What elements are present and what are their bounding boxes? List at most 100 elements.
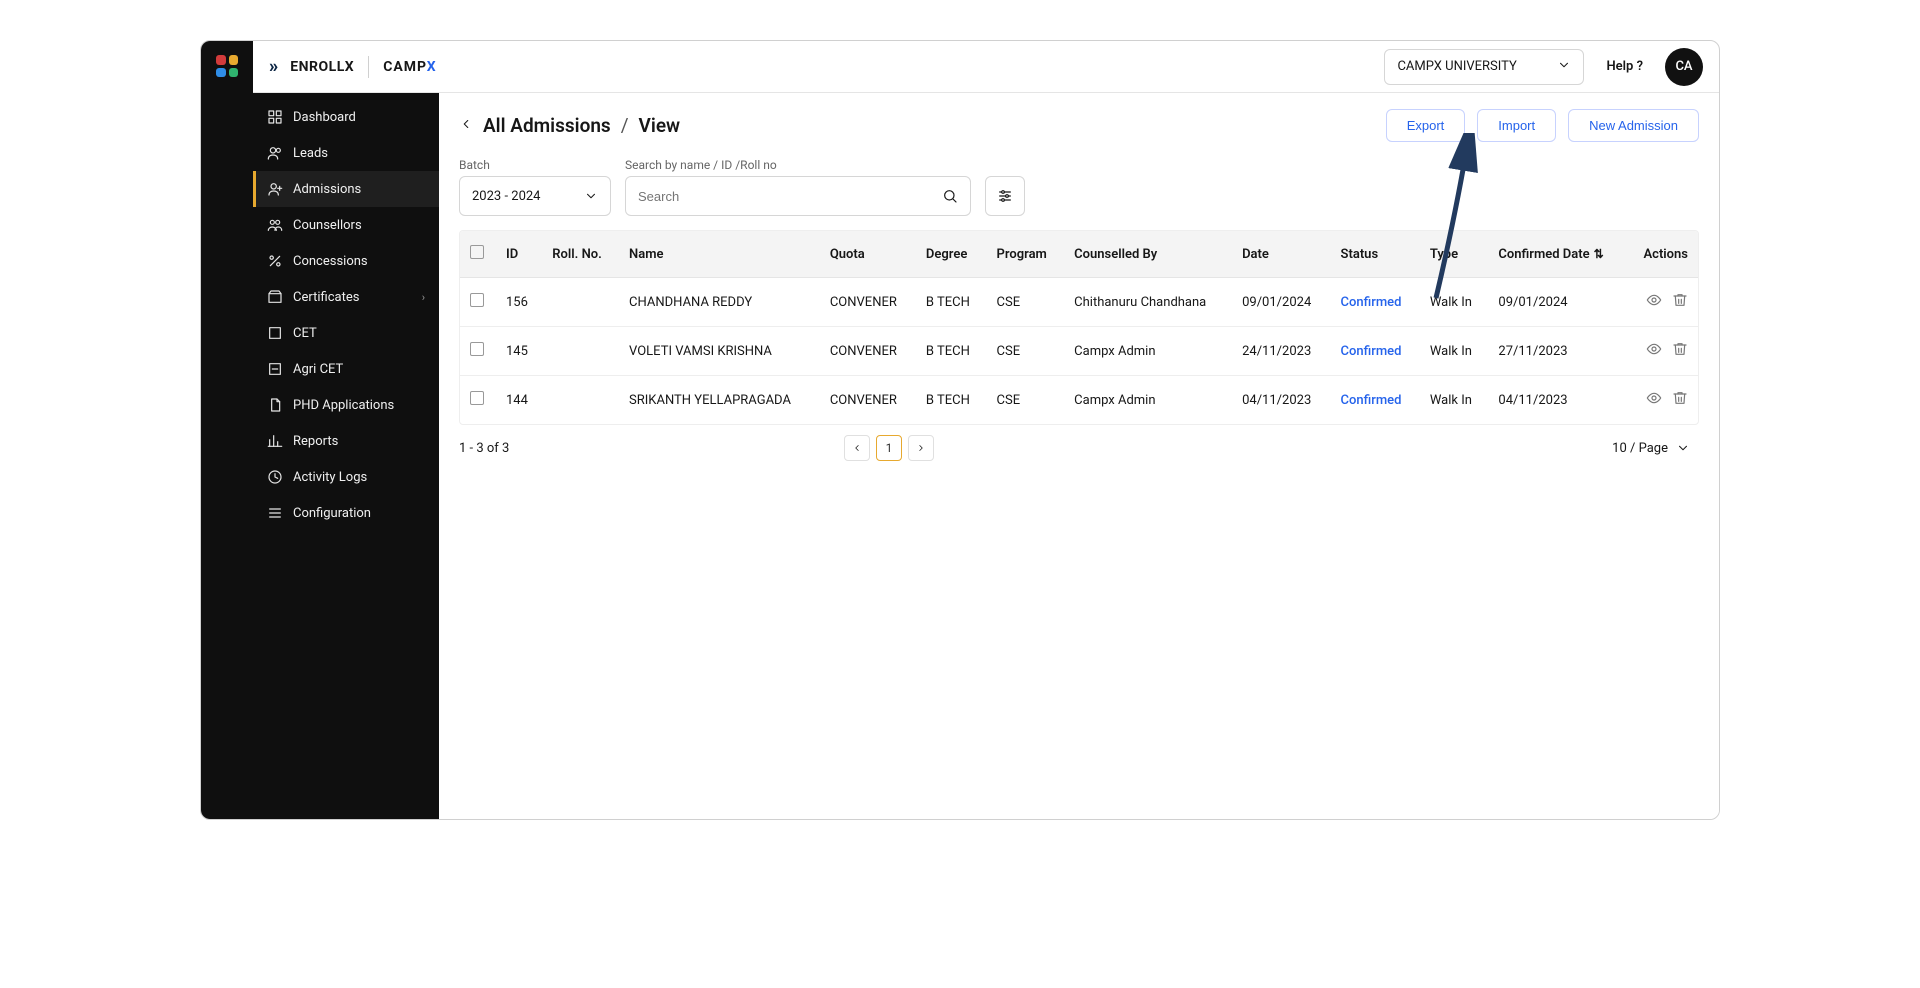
sliders-icon: [267, 505, 283, 521]
top-right: CAMPX UNIVERSITY Help ? CA: [1384, 48, 1703, 86]
cell-degree: B TECH: [916, 327, 987, 376]
row-actions: [1637, 341, 1688, 361]
row-checkbox[interactable]: [470, 342, 484, 356]
column-program[interactable]: Program: [987, 231, 1065, 278]
column-actions[interactable]: Actions: [1627, 231, 1698, 278]
page: All Admissions / View Export Import New …: [439, 93, 1719, 819]
cell-quota: CONVENER: [820, 376, 916, 425]
cell-id: 145: [496, 327, 542, 376]
sidebar-item-label: Admissions: [293, 182, 361, 197]
search-input[interactable]: [638, 189, 934, 204]
batch-label: Batch: [459, 158, 611, 172]
sidebar-item-cet[interactable]: CET: [253, 315, 439, 351]
column-degree[interactable]: Degree: [916, 231, 987, 278]
filter-settings-button[interactable]: [985, 176, 1025, 216]
select-all-checkbox[interactable]: [470, 245, 484, 259]
cell-status: Confirmed: [1331, 376, 1420, 425]
batch-select[interactable]: 2023 - 2024: [459, 176, 611, 216]
sidebar: Dashboard Leads Admissions Counsellors C…: [253, 93, 439, 819]
table-row: 156 CHANDHANA REDDY CONVENER B TECH CSE …: [460, 278, 1698, 327]
cell-degree: B TECH: [916, 278, 987, 327]
sidebar-item-agri-cet[interactable]: Agri CET: [253, 351, 439, 387]
table-footer: 1 - 3 of 3 1 10 / Page: [459, 435, 1699, 461]
cell-by: Campx Admin: [1064, 376, 1232, 425]
sidebar-item-activity-logs[interactable]: Activity Logs: [253, 459, 439, 495]
doc-icon: [267, 397, 283, 413]
batch-value: 2023 - 2024: [472, 189, 541, 204]
sidebar-item-phd-applications[interactable]: PHD Applications: [253, 387, 439, 423]
user-plus-icon: [267, 181, 283, 197]
sidebar-item-label: Reports: [293, 434, 338, 449]
sidebar-item-concessions[interactable]: Concessions: [253, 243, 439, 279]
pager-next[interactable]: [908, 435, 934, 461]
content-row: Dashboard Leads Admissions Counsellors C…: [253, 93, 1719, 819]
column-type[interactable]: Type: [1420, 231, 1489, 278]
column-roll-no-[interactable]: Roll. No.: [542, 231, 619, 278]
sidebar-item-certificates[interactable]: Certificates ›: [253, 279, 439, 315]
export-button[interactable]: Export: [1386, 109, 1466, 142]
brand-enrollx: ENROLLX: [290, 59, 354, 75]
percent-icon: [267, 253, 283, 269]
new-admission-button[interactable]: New Admission: [1568, 109, 1699, 142]
per-page-select[interactable]: 10 / Page: [1603, 436, 1699, 461]
apps-icon[interactable]: [216, 55, 238, 77]
import-button[interactable]: Import: [1477, 109, 1556, 142]
cell-roll: [542, 327, 619, 376]
delete-icon[interactable]: [1672, 341, 1688, 361]
pager-prev[interactable]: [844, 435, 870, 461]
table-body: 156 CHANDHANA REDDY CONVENER B TECH CSE …: [460, 278, 1698, 425]
university-select[interactable]: CAMPX UNIVERSITY: [1384, 49, 1584, 85]
sidebar-item-label: Leads: [293, 146, 328, 161]
cell-status: Confirmed: [1331, 278, 1420, 327]
cell-id: 156: [496, 278, 542, 327]
cell-status: Confirmed: [1331, 327, 1420, 376]
clock-icon: [267, 469, 283, 485]
avatar[interactable]: CA: [1665, 48, 1703, 86]
search-label: Search by name / ID /Roll no: [625, 158, 971, 172]
sidebar-item-admissions[interactable]: Admissions: [253, 171, 439, 207]
sidebar-item-reports[interactable]: Reports: [253, 423, 439, 459]
brand-campx: CAMPX: [383, 59, 436, 75]
sidebar-item-leads[interactable]: Leads: [253, 135, 439, 171]
cell-quota: CONVENER: [820, 278, 916, 327]
back-icon[interactable]: [459, 116, 473, 135]
sidebar-item-label: CET: [293, 326, 317, 341]
head-actions: Export Import New Admission: [1386, 109, 1699, 142]
breadcrumb: All Admissions / View: [459, 114, 680, 137]
cell-type: Walk In: [1420, 278, 1489, 327]
cell-date: 24/11/2023: [1232, 327, 1330, 376]
column-id[interactable]: ID: [496, 231, 542, 278]
view-icon[interactable]: [1646, 341, 1662, 361]
cell-confirmed: 09/01/2024: [1488, 278, 1626, 327]
column-checkbox: [460, 231, 496, 278]
sidebar-item-dashboard[interactable]: Dashboard: [253, 99, 439, 135]
top-bar: » ENROLLX CAMPX CAMPX UNIVERSITY Help ? …: [253, 41, 1719, 93]
view-icon[interactable]: [1646, 390, 1662, 410]
delete-icon[interactable]: [1672, 292, 1688, 312]
column-date[interactable]: Date: [1232, 231, 1330, 278]
app-frame: » ENROLLX CAMPX CAMPX UNIVERSITY Help ? …: [200, 40, 1720, 820]
column-status[interactable]: Status: [1331, 231, 1420, 278]
sort-icon: ⇅: [1594, 247, 1604, 261]
view-icon[interactable]: [1646, 292, 1662, 312]
sidebar-item-counsellors[interactable]: Counsellors: [253, 207, 439, 243]
row-checkbox[interactable]: [470, 293, 484, 307]
row-checkbox[interactable]: [470, 391, 484, 405]
breadcrumb-leaf: View: [639, 114, 681, 137]
sidebar-item-configuration[interactable]: Configuration: [253, 495, 439, 531]
help-link[interactable]: Help ?: [1606, 59, 1643, 74]
delete-icon[interactable]: [1672, 390, 1688, 410]
leaf-icon: [267, 361, 283, 377]
table-wrap: IDRoll. No.NameQuotaDegreeProgramCounsel…: [459, 230, 1699, 425]
brand-campx-b: X: [427, 59, 437, 75]
column-name[interactable]: Name: [619, 231, 820, 278]
column-confirmed-date[interactable]: Confirmed Date⇅: [1488, 231, 1626, 278]
column-quota[interactable]: Quota: [820, 231, 916, 278]
cell-by: Chithanuru Chandhana: [1064, 278, 1232, 327]
pager-page-1[interactable]: 1: [876, 435, 902, 461]
cell-program: CSE: [987, 278, 1065, 327]
chevron-down-icon: [1676, 441, 1690, 455]
cell-type: Walk In: [1420, 376, 1489, 425]
column-counselled-by[interactable]: Counselled By: [1064, 231, 1232, 278]
breadcrumb-root[interactable]: All Admissions: [483, 114, 611, 137]
